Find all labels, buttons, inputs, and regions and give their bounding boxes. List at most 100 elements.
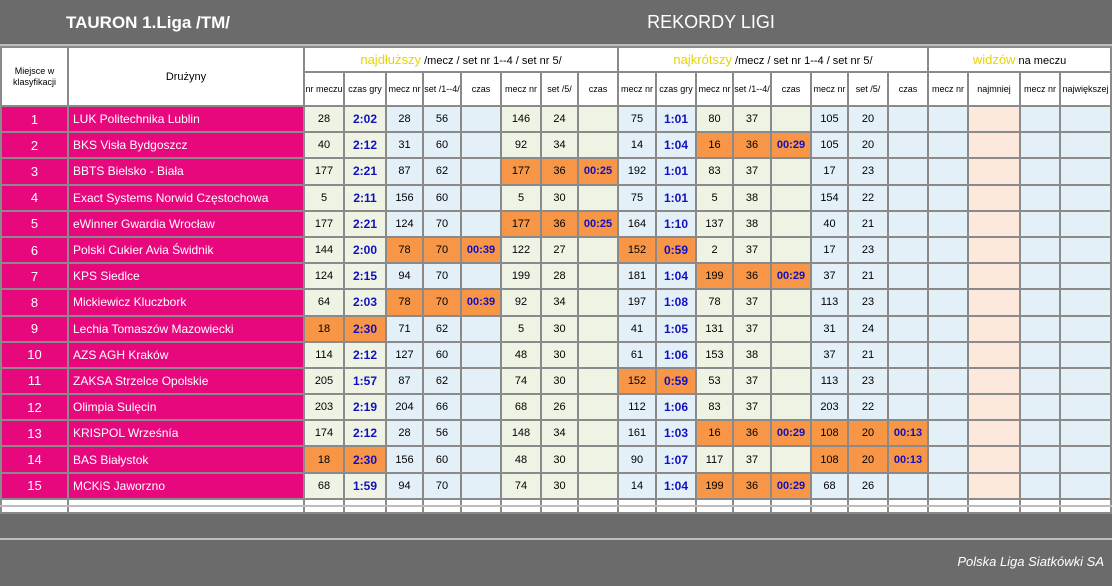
data-cell bbox=[927, 314, 969, 343]
column-header: set /5/ bbox=[540, 71, 579, 107]
data-cell bbox=[1019, 393, 1061, 422]
data-cell: 2:12 bbox=[343, 419, 387, 448]
data-cell: 137 bbox=[695, 209, 734, 238]
column-header: nr meczu bbox=[303, 71, 345, 107]
data-cell: 64 bbox=[303, 288, 345, 317]
data-cell bbox=[1059, 471, 1112, 500]
data-cell bbox=[460, 471, 502, 500]
data-cell: 108 bbox=[810, 419, 849, 448]
table-row: 12 Olimpia Sulęcin 203 2:19 204 66 68 26 112 1:06… bbox=[0, 393, 1112, 422]
data-cell: 00:39 bbox=[460, 288, 502, 317]
data-cell: 2:30 bbox=[343, 445, 387, 474]
shortest-header: najkrótszy /mecz / set nr 1--4 / set nr … bbox=[617, 46, 929, 73]
data-cell: 131 bbox=[695, 314, 734, 343]
table-row: 10 AZS AGH Kraków 114 2:12 127 60 48 30 61 1:06 15… bbox=[0, 340, 1112, 369]
data-cell: 2:30 bbox=[343, 314, 387, 343]
data-cell: 2:21 bbox=[343, 157, 387, 186]
data-cell: 37 bbox=[732, 314, 772, 343]
data-cell: 48 bbox=[500, 340, 542, 369]
data-cell bbox=[770, 445, 812, 474]
data-cell: 156 bbox=[385, 183, 424, 212]
data-cell bbox=[770, 157, 812, 186]
data-cell: 1:03 bbox=[655, 419, 697, 448]
data-cell: 53 bbox=[695, 366, 734, 396]
data-cell bbox=[577, 314, 619, 343]
data-cell: 00:25 bbox=[577, 157, 619, 186]
data-cell: 23 bbox=[847, 366, 889, 396]
data-cell: 28 bbox=[303, 104, 345, 134]
data-cell bbox=[1059, 419, 1112, 448]
data-cell: 105 bbox=[810, 131, 849, 160]
data-cell: 14 bbox=[617, 131, 657, 160]
data-cell: 177 bbox=[303, 157, 345, 186]
data-cell bbox=[577, 393, 619, 422]
data-cell: 22 bbox=[847, 183, 889, 212]
data-cell bbox=[577, 104, 619, 134]
data-cell bbox=[460, 445, 502, 474]
data-cell: 20 bbox=[847, 104, 889, 134]
data-cell: 197 bbox=[617, 288, 657, 317]
data-cell bbox=[927, 340, 969, 369]
table-row: 15 MCKiS Jaworzno 68 1:59 94 70 74 30 14 1:04 199 3… bbox=[0, 471, 1112, 500]
data-cell: 17 bbox=[810, 157, 849, 186]
data-cell: 205 bbox=[303, 366, 345, 396]
data-cell: 37 bbox=[732, 235, 772, 265]
data-cell: 37 bbox=[810, 262, 849, 291]
data-cell bbox=[1019, 157, 1061, 186]
data-cell: 28 bbox=[385, 419, 424, 448]
team-name: BBTS Bielsko - Biała bbox=[67, 157, 305, 186]
data-cell bbox=[967, 209, 1021, 238]
data-cell: 21 bbox=[847, 262, 889, 291]
data-cell bbox=[887, 131, 929, 160]
team-header: Drużyny bbox=[67, 46, 305, 107]
data-cell bbox=[770, 340, 812, 369]
table-row: 13 KRISPOL Wrześnía 174 2:12 28 56 148 34 161 1:0… bbox=[0, 419, 1112, 448]
place-cell: 11 bbox=[0, 366, 69, 396]
data-cell: 74 bbox=[500, 366, 542, 396]
data-cell: 156 bbox=[385, 445, 424, 474]
data-cell: 34 bbox=[540, 419, 579, 448]
team-name: eWinner Gwardia Wrocław bbox=[67, 209, 305, 238]
data-cell bbox=[770, 235, 812, 265]
data-cell bbox=[770, 288, 812, 317]
data-cell: 152 bbox=[617, 366, 657, 396]
footer-credit: Polska Liga Siatkówki SA bbox=[957, 554, 1104, 569]
data-cell bbox=[967, 314, 1021, 343]
records-table: Miejsce w klasyfikacji Drużyny najdłuższ… bbox=[0, 46, 1112, 514]
data-cell bbox=[887, 288, 929, 317]
data-cell: 177 bbox=[500, 209, 542, 238]
data-cell: 92 bbox=[500, 131, 542, 160]
data-cell bbox=[887, 393, 929, 422]
data-cell: 94 bbox=[385, 471, 424, 500]
data-cell bbox=[967, 340, 1021, 369]
data-cell: 108 bbox=[810, 445, 849, 474]
data-cell: 75 bbox=[617, 104, 657, 134]
data-cell bbox=[460, 209, 502, 238]
data-cell bbox=[1019, 262, 1061, 291]
table-row: 8 Mickiewicz Kluczbork 64 2:03 78 70 00:39 92 34… bbox=[0, 288, 1112, 317]
table-row: 6 Polski Cukier Avia Świdnik 144 2:00 78 70 00… bbox=[0, 235, 1112, 265]
data-cell bbox=[1019, 419, 1061, 448]
data-cell: 34 bbox=[540, 288, 579, 317]
data-cell: 68 bbox=[303, 471, 345, 500]
column-header: mecz nr bbox=[385, 71, 424, 107]
data-cell: 24 bbox=[847, 314, 889, 343]
place-cell: 9 bbox=[0, 314, 69, 343]
data-cell: 177 bbox=[303, 209, 345, 238]
data-cell: 24 bbox=[540, 104, 579, 134]
data-cell: 164 bbox=[617, 209, 657, 238]
column-header: czas bbox=[770, 71, 812, 107]
data-cell: 161 bbox=[617, 419, 657, 448]
team-name: KRISPOL Wrześnía bbox=[67, 419, 305, 448]
column-header: czas gry bbox=[655, 71, 697, 107]
data-cell: 56 bbox=[422, 104, 462, 134]
place-header: Miejsce w klasyfikacji bbox=[0, 46, 69, 107]
data-cell bbox=[1059, 366, 1112, 396]
data-cell: 18 bbox=[303, 445, 345, 474]
data-cell: 122 bbox=[500, 235, 542, 265]
data-cell: 21 bbox=[847, 340, 889, 369]
data-cell bbox=[887, 471, 929, 500]
team-name: Lechia Tomaszów Mazowiecki bbox=[67, 314, 305, 343]
data-cell: 00:39 bbox=[460, 235, 502, 265]
data-cell bbox=[967, 366, 1021, 396]
